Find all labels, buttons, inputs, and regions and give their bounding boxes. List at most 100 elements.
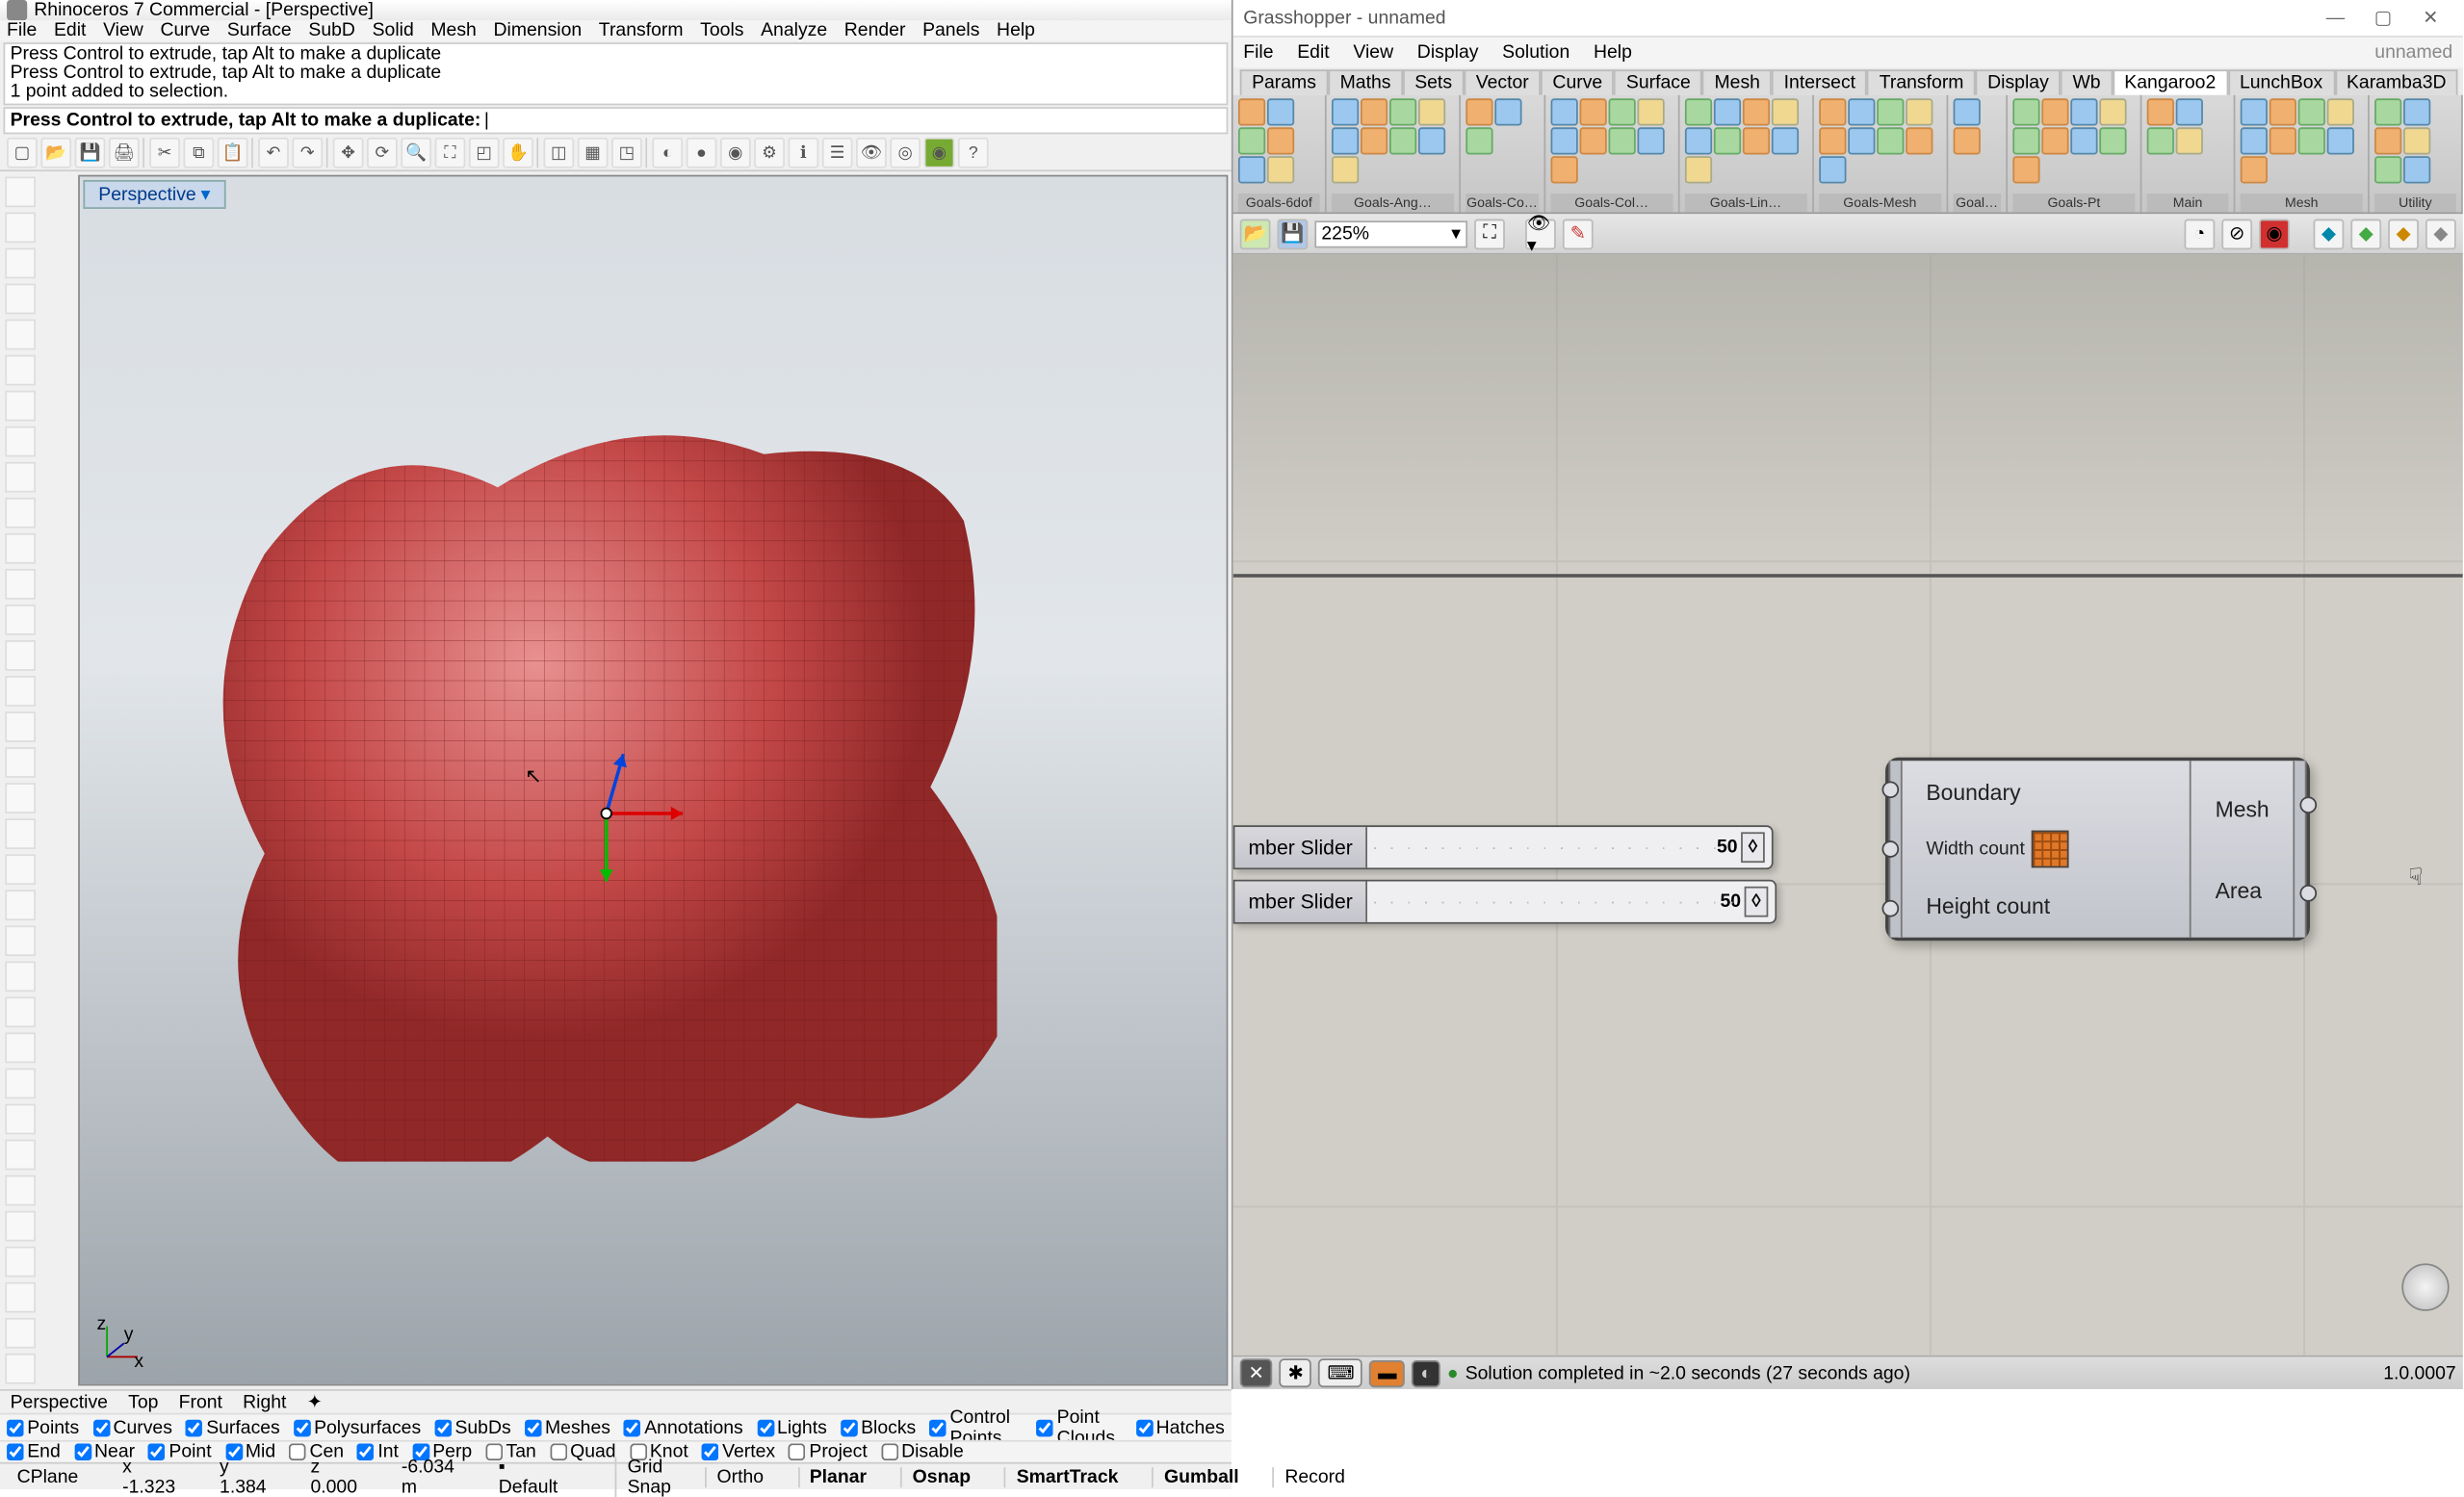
slider-grip-icon[interactable]: ◊	[1745, 887, 1769, 917]
component-icon[interactable]	[2241, 156, 2268, 183]
rotate-icon[interactable]: ⟳	[367, 138, 398, 168]
vp-tab-right[interactable]: Right	[243, 1392, 286, 1412]
vp-tab-top[interactable]: Top	[128, 1392, 158, 1412]
gh-menu-display[interactable]: Display	[1417, 42, 1479, 63]
component-icon[interactable]	[1494, 98, 1521, 125]
gh-tab-display[interactable]: Display	[1976, 69, 2061, 94]
filter-curves[interactable]: Curves	[92, 1417, 172, 1437]
minimize-icon[interactable]: —	[2314, 3, 2358, 34]
menu-file[interactable]: File	[7, 20, 37, 40]
component-icon[interactable]	[1579, 127, 1606, 154]
gh-menu-edit[interactable]: Edit	[1297, 42, 1329, 63]
render-icon[interactable]: ●	[687, 138, 717, 168]
properties-icon[interactable]: ℹ	[788, 138, 818, 168]
print-icon[interactable]: 🖨	[109, 138, 140, 168]
component-icon[interactable]	[1714, 98, 1741, 125]
component-icon[interactable]	[2403, 156, 2430, 183]
split-icon[interactable]	[5, 854, 36, 885]
component-icon[interactable]	[1637, 127, 1664, 154]
gh-save-icon[interactable]: 💾	[1278, 219, 1309, 249]
gh-shade4-icon[interactable]: ◆	[2425, 219, 2456, 249]
component-icon[interactable]	[2403, 98, 2430, 125]
component-icon[interactable]	[1267, 127, 1294, 154]
filter-annotations[interactable]: Annotations	[624, 1417, 743, 1437]
set-view-icon[interactable]: ◳	[611, 138, 642, 168]
mesh-plane-component[interactable]: Boundary Width count Height count Mesh A…	[1885, 758, 2310, 942]
output-port-icon[interactable]	[2299, 885, 2317, 902]
text-icon[interactable]	[5, 747, 36, 778]
save-icon[interactable]: 💾	[75, 138, 106, 168]
component-icon[interactable]	[1819, 127, 1846, 154]
menu-render[interactable]: Render	[844, 20, 906, 40]
filter-points[interactable]: Points	[7, 1417, 79, 1437]
filter-polysurfaces[interactable]: Polysurfaces	[294, 1417, 421, 1437]
gh-menu-view[interactable]: View	[1353, 42, 1393, 63]
gh-menu-file[interactable]: File	[1243, 42, 1273, 63]
gh-canvas[interactable]: mber Slider 50◊ mber Slider 50◊ Boundary…	[1233, 255, 2463, 1355]
gh-wrench-icon[interactable]: ✱	[1280, 1358, 1312, 1387]
osnap-end[interactable]: End	[7, 1442, 61, 1462]
input-port-icon[interactable]	[1882, 899, 1900, 916]
scale-icon[interactable]	[5, 1069, 36, 1099]
analyze-icon[interactable]	[5, 1354, 36, 1384]
mirror-icon[interactable]	[5, 1104, 36, 1135]
status-cplane[interactable]: CPlane	[7, 1466, 89, 1486]
component-icon[interactable]	[1953, 127, 1980, 154]
lasso-icon[interactable]	[5, 213, 36, 244]
component-icon[interactable]	[1361, 98, 1388, 125]
component-icon[interactable]	[1238, 98, 1265, 125]
point-icon[interactable]	[5, 498, 36, 529]
gh-menu-help[interactable]: Help	[1594, 42, 1632, 63]
component-icon[interactable]	[2041, 127, 2068, 154]
gh-shade3-icon[interactable]: ◆	[2388, 219, 2419, 249]
trim-icon[interactable]	[5, 818, 36, 849]
component-icon[interactable]	[1389, 98, 1416, 125]
component-icon[interactable]	[2241, 127, 2268, 154]
number-slider-2[interactable]: mber Slider 50◊	[1233, 880, 1777, 924]
sphere-icon[interactable]	[5, 640, 36, 671]
filter-hatches[interactable]: Hatches	[1135, 1417, 1224, 1437]
explode-icon[interactable]	[5, 925, 36, 956]
component-icon[interactable]	[1550, 156, 1577, 183]
menu-tools[interactable]: Tools	[700, 20, 743, 40]
component-icon[interactable]	[2374, 156, 2401, 183]
component-icon[interactable]	[2269, 98, 2296, 125]
gh-tab-surface[interactable]: Surface	[1615, 69, 1703, 94]
component-icon[interactable]	[1685, 98, 1712, 125]
menu-dimension[interactable]: Dimension	[493, 20, 582, 40]
component-icon[interactable]	[1771, 127, 1798, 154]
component-icon[interactable]	[1238, 127, 1265, 154]
maximize-icon[interactable]: ▢	[2361, 3, 2405, 34]
menu-solid[interactable]: Solid	[373, 20, 414, 40]
polyline-icon[interactable]	[5, 248, 36, 279]
pointer-icon[interactable]	[5, 176, 36, 207]
component-icon[interactable]	[2070, 98, 2097, 125]
component-icon[interactable]	[1608, 127, 1635, 154]
component-icon[interactable]	[1685, 156, 1712, 183]
slider-grip-icon[interactable]: ◊	[1741, 832, 1765, 863]
vp-tab-front[interactable]: Front	[179, 1392, 222, 1412]
subd-icon[interactable]	[5, 711, 36, 742]
component-icon[interactable]	[1743, 98, 1770, 125]
component-icon[interactable]	[1906, 127, 1932, 154]
component-icon[interactable]	[1550, 127, 1577, 154]
new-icon[interactable]: ▢	[7, 138, 38, 168]
gh-sketch-icon[interactable]: ✎	[1563, 219, 1594, 249]
box-icon[interactable]	[5, 605, 36, 635]
component-icon[interactable]	[1267, 156, 1294, 183]
component-icon[interactable]	[1848, 127, 1875, 154]
filter-subds[interactable]: SubDs	[434, 1417, 510, 1437]
component-icon[interactable]	[1550, 98, 1577, 125]
gh-tab-wb[interactable]: Wb	[2061, 69, 2113, 94]
surface-icon[interactable]	[5, 533, 36, 564]
component-icon[interactable]	[1361, 127, 1388, 154]
zoom-extents-icon[interactable]: ⛶	[435, 138, 466, 168]
status-osnap[interactable]: Osnap	[900, 1466, 980, 1486]
open-icon[interactable]: 📂	[40, 138, 71, 168]
component-icon[interactable]	[2403, 127, 2430, 154]
osnap-disable[interactable]: Disable	[881, 1442, 964, 1462]
fillet-icon[interactable]	[5, 1211, 36, 1242]
component-icon[interactable]	[1608, 98, 1635, 125]
dim-icon[interactable]	[5, 783, 36, 813]
redo-icon[interactable]: ↷	[292, 138, 323, 168]
